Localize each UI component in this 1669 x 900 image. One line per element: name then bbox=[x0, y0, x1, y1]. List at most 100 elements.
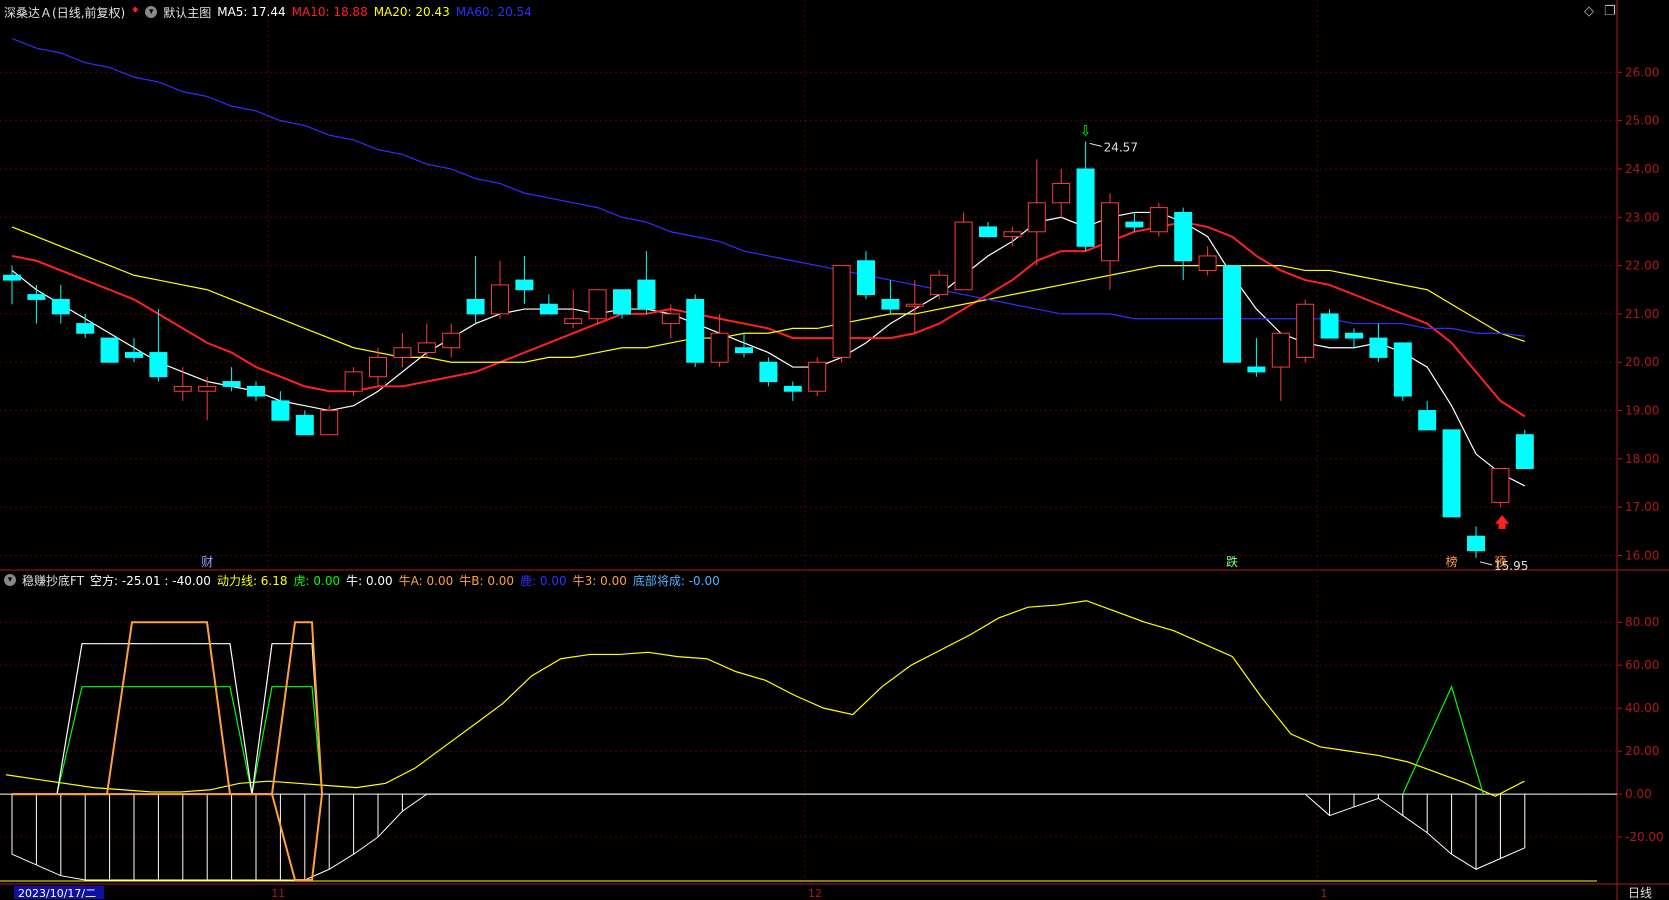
candle-body bbox=[1393, 342, 1412, 397]
candle bbox=[930, 270, 949, 300]
indicator-item: 牛B: 0.00 bbox=[459, 573, 515, 588]
candle-body bbox=[930, 274, 949, 296]
candle bbox=[1491, 468, 1510, 508]
indicator-item: 虎: 0.00 bbox=[293, 573, 341, 588]
indicator-settings-icon[interactable]: ▾ bbox=[4, 574, 16, 586]
y-tick-label: 26.00 bbox=[1625, 65, 1659, 79]
candle-body bbox=[1271, 332, 1290, 368]
candle-body bbox=[564, 318, 583, 325]
candle-body bbox=[613, 289, 631, 315]
indicator-item: 牛3: 0.00 bbox=[572, 573, 627, 588]
y-tick-label: 25.00 bbox=[1625, 114, 1659, 128]
indicator-name[interactable]: 稳赚抄底FT bbox=[22, 572, 84, 589]
candle-body bbox=[442, 332, 461, 349]
candle bbox=[1003, 226, 1022, 247]
candle bbox=[1442, 429, 1461, 518]
y-tick-label: 19.00 bbox=[1625, 404, 1659, 418]
candle bbox=[295, 410, 314, 436]
ma-item: MA20: 20.43 bbox=[373, 5, 450, 19]
candle-body bbox=[1076, 168, 1095, 247]
candle bbox=[149, 309, 168, 382]
candle bbox=[808, 357, 827, 397]
y-tick-label: 20.00 bbox=[1625, 744, 1659, 758]
candle-body bbox=[1369, 337, 1388, 358]
candle-body bbox=[1149, 207, 1168, 233]
y-tick-label: 24.00 bbox=[1625, 162, 1659, 176]
candle-body bbox=[1052, 182, 1071, 204]
y-tick-label: 18.00 bbox=[1625, 452, 1659, 466]
candle bbox=[491, 260, 509, 319]
candle-body bbox=[1101, 202, 1119, 262]
candle bbox=[881, 280, 900, 314]
candle bbox=[979, 222, 997, 238]
candle bbox=[1223, 265, 1241, 363]
candle-body bbox=[661, 313, 680, 325]
candle bbox=[1369, 323, 1388, 363]
candle bbox=[320, 405, 339, 436]
candle-body bbox=[735, 347, 753, 354]
y-tick-label: 21.00 bbox=[1625, 307, 1659, 321]
candle-body bbox=[1174, 211, 1193, 262]
period-button[interactable]: 日线 bbox=[1628, 886, 1652, 900]
period-label: (日线,前复权) bbox=[52, 5, 126, 20]
stock-name[interactable]: 深桑达Ａ bbox=[4, 4, 52, 21]
dropdown-icon[interactable]: ▾ bbox=[145, 6, 158, 18]
candle-body bbox=[295, 414, 314, 436]
bear-line bbox=[11, 793, 1526, 881]
candle bbox=[442, 323, 461, 358]
candle-body bbox=[808, 361, 827, 392]
indicator-item: 牛A: 0.00 bbox=[398, 573, 454, 588]
ma-item: MA60: 20.54 bbox=[455, 5, 532, 19]
y-tick-label: 20.00 bbox=[1625, 355, 1659, 369]
candle bbox=[613, 289, 631, 319]
candle bbox=[1467, 526, 1485, 558]
candle bbox=[759, 357, 778, 387]
indicator-item: 动力线: 6.18 bbox=[216, 573, 288, 588]
event-marker: 跌 bbox=[1226, 554, 1238, 569]
y-tick-label: 16.00 bbox=[1625, 549, 1659, 563]
event-marker: 榜 bbox=[1446, 554, 1458, 569]
candle bbox=[344, 367, 363, 397]
candle bbox=[515, 255, 534, 305]
candle bbox=[1027, 159, 1046, 266]
candle-body bbox=[466, 298, 485, 315]
candle bbox=[1198, 246, 1217, 276]
candle-body bbox=[1198, 255, 1217, 271]
indicator-header: ▾ 稳赚抄底FT 空方: -25.01 : -40.00 动力线: 6.18 虎… bbox=[4, 570, 720, 590]
ma-item: MA10: 18.88 bbox=[291, 5, 368, 19]
candle bbox=[1076, 141, 1095, 252]
candle-body bbox=[125, 352, 143, 358]
candle-body bbox=[198, 385, 217, 392]
candle-body bbox=[686, 298, 705, 363]
rise-arrow-icon: 🠹 bbox=[131, 3, 140, 18]
candle-body bbox=[491, 284, 509, 315]
candle-body bbox=[247, 385, 265, 397]
chart-canvas[interactable]: 16.00 17.00 18.00 19.00 20.00 21.00 22.00 23.00… bbox=[0, 0, 1669, 900]
candle bbox=[173, 367, 192, 401]
candle bbox=[710, 313, 729, 368]
candle bbox=[1149, 202, 1168, 237]
y-tick-label: -20.00 bbox=[1625, 830, 1664, 844]
candle bbox=[1052, 168, 1071, 218]
candle-body bbox=[881, 298, 900, 310]
main-chart-selector[interactable]: 默认主图 bbox=[163, 4, 211, 21]
candle-body bbox=[1345, 332, 1363, 339]
candle-body bbox=[271, 400, 290, 421]
candle-body bbox=[1320, 313, 1339, 339]
candle bbox=[247, 381, 265, 401]
candle-body bbox=[393, 347, 412, 358]
diamond-icon[interactable]: ◇ bbox=[1584, 4, 1594, 19]
candle-body bbox=[588, 289, 607, 320]
signal-line bbox=[1402, 684, 1484, 795]
candle-body bbox=[857, 260, 875, 296]
candle-body bbox=[759, 361, 778, 383]
window-restore-icon[interactable]: ❐ bbox=[1604, 4, 1616, 19]
candle-body bbox=[1442, 429, 1461, 518]
power-line bbox=[5, 600, 1525, 797]
annotation-pointer bbox=[1479, 561, 1493, 566]
candle-body bbox=[515, 279, 534, 291]
candle-body bbox=[51, 298, 70, 315]
y-tick-label: 17.00 bbox=[1625, 500, 1659, 514]
y-tick-label: 80.00 bbox=[1625, 615, 1659, 629]
y-tick-label: 23.00 bbox=[1625, 210, 1659, 224]
